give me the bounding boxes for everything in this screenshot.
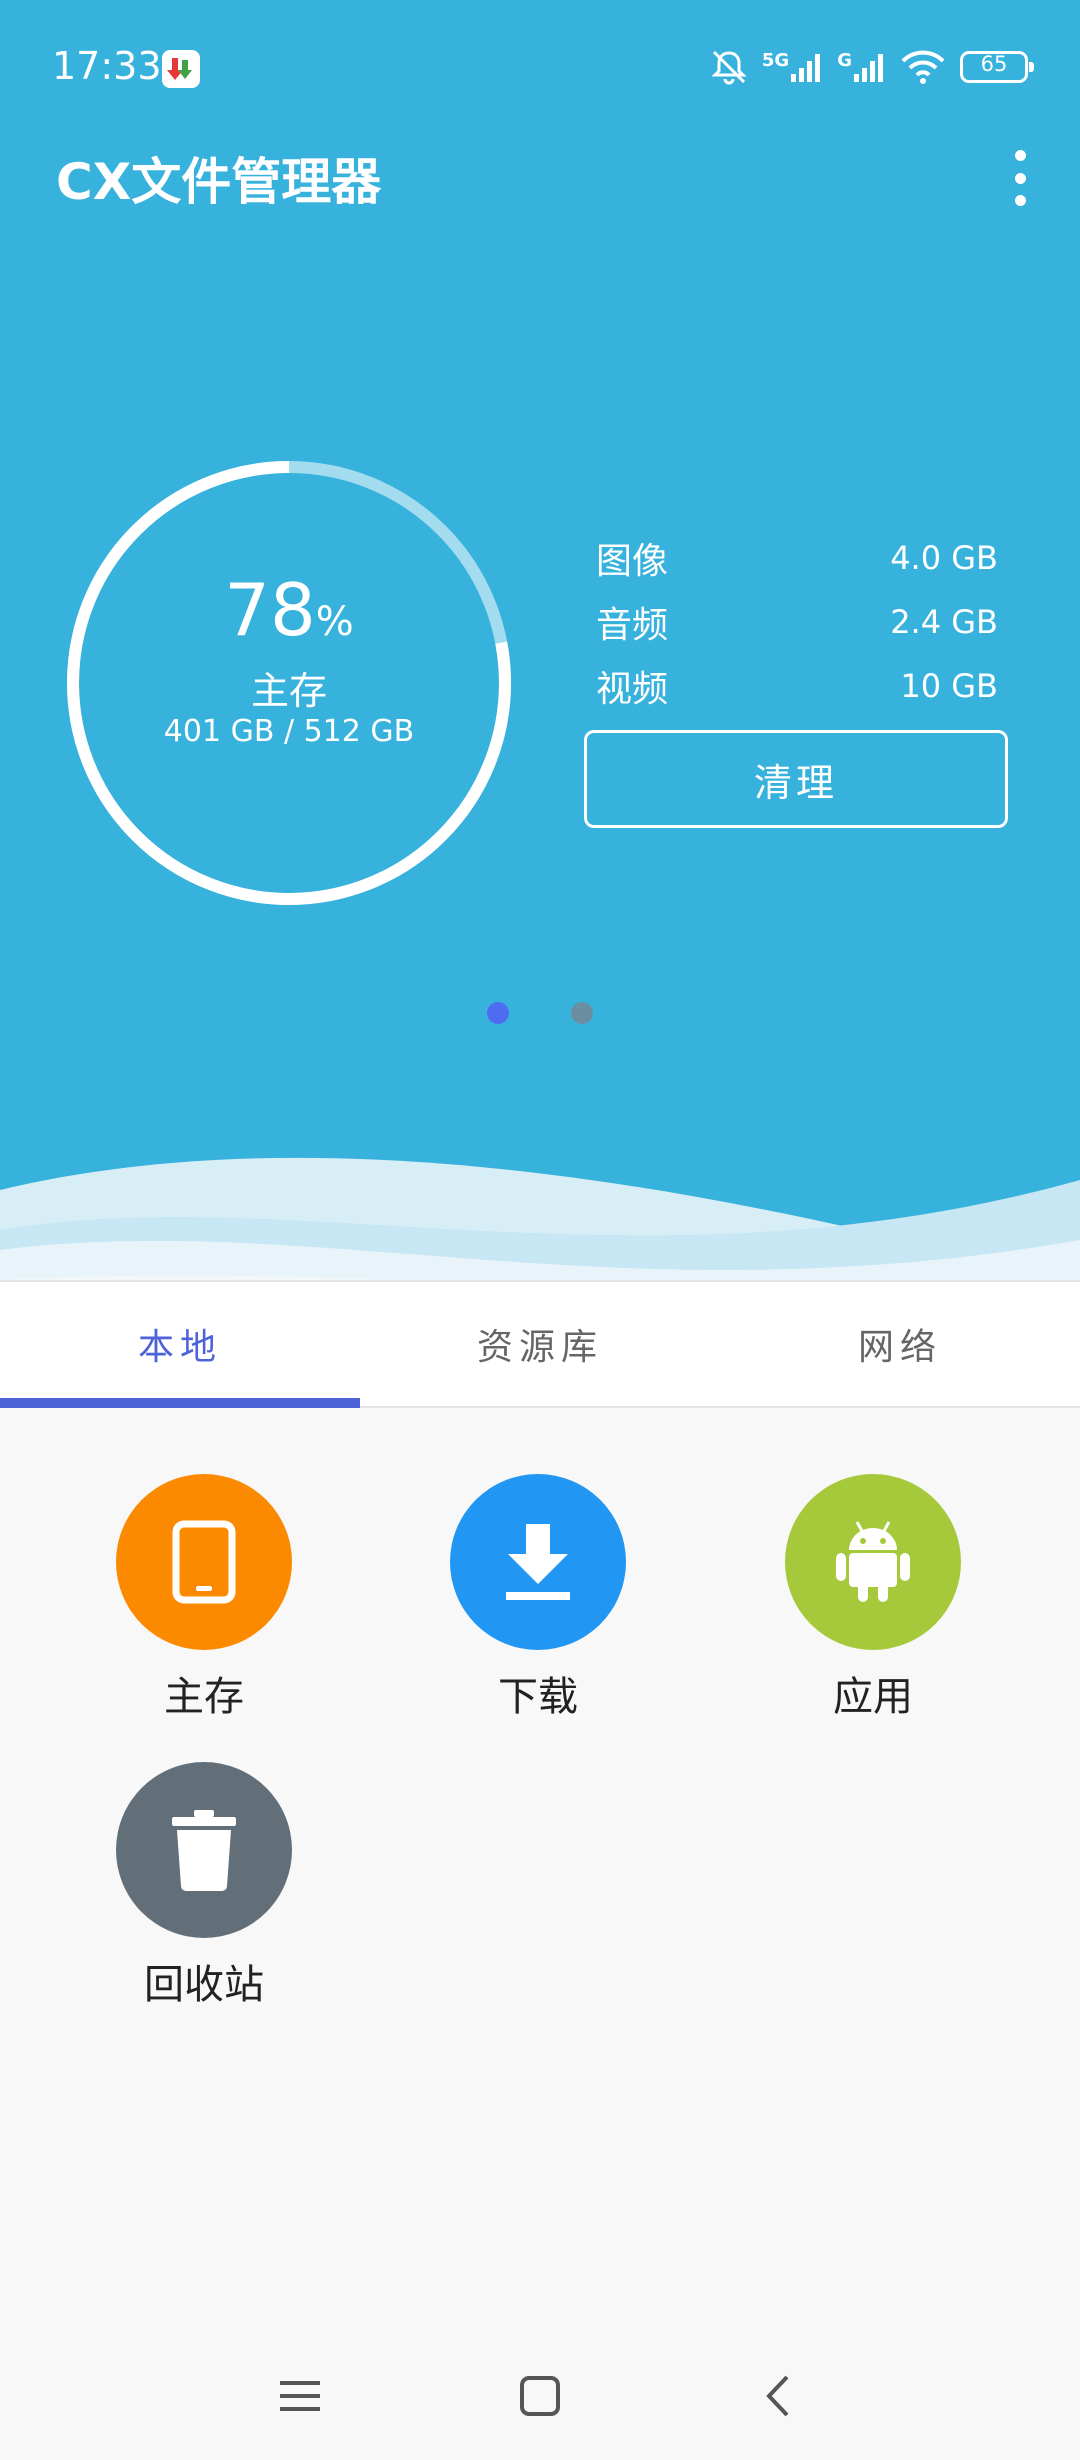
pager-dot[interactable] [571,1002,593,1024]
tile-label: 下载 [498,1674,578,1720]
status-time: 17:33 [52,44,162,88]
tile-label: 应用 [833,1674,913,1720]
tab-library[interactable]: 资源库 [360,1282,720,1406]
storage-percent: 78% [224,568,354,652]
battery-level: 65 [980,52,1008,76]
category-row-video: 视频 10 GB [596,654,998,718]
tile-icon-circle [785,1474,961,1650]
tab-bar: 本地 资源库 网络 [0,1280,1080,1408]
category-name: 音频 [596,605,669,646]
category-size: 10 GB [900,667,998,705]
storage-ring-text: 78% 主存 401 GB / 512 GB [64,458,514,908]
pager-dot-active[interactable] [487,1002,509,1024]
battery-icon: 65 [960,51,1034,83]
category-row-audio: 音频 2.4 GB [596,590,998,654]
category-size: 2.4 GB [890,603,998,641]
clean-button[interactable]: 清理 [584,730,1008,828]
tile-icon-circle [116,1762,292,1938]
app-title: CX文件管理器 [56,153,382,211]
tab-indicator [0,1398,360,1408]
phone-icon [172,1520,236,1604]
category-size: 4.0 GB [890,539,998,577]
bell-muted-icon [711,50,747,85]
tab-network[interactable]: 网络 [720,1282,1080,1406]
signal-icon [854,54,883,82]
tile-icon-circle [116,1474,292,1650]
category-row-images: 图像 4.0 GB [596,526,998,590]
network-5g-label: 5G [761,50,790,71]
storage-category-list: 图像 4.0 GB 音频 2.4 GB 视频 10 GB [596,526,998,718]
tile-apps[interactable]: 应用 [763,1474,983,1722]
category-name: 图像 [596,541,669,582]
network-g-label: G [837,50,852,71]
tile-label: 回收站 [144,1962,264,2008]
app-notification-icon [162,50,200,88]
tile-recycle-bin[interactable]: 回收站 [94,1762,314,2010]
download-icon [506,1524,570,1600]
tab-local[interactable]: 本地 [0,1282,360,1406]
storage-label: 主存 [250,669,327,713]
menu-icon[interactable] [260,2366,340,2426]
android-icon [836,1521,910,1602]
tile-main-storage[interactable]: 主存 [94,1474,314,1722]
more-vert-icon[interactable] [1000,150,1040,206]
signal-icon [791,54,821,82]
tile-label: 主存 [164,1674,244,1720]
home-icon[interactable] [500,2366,580,2426]
status-bar: 17:33 5G G 65 [0,0,1080,140]
tile-downloads[interactable]: 下载 [428,1474,648,1722]
pager-indicator [0,1002,1080,1024]
system-nav-bar [0,2340,1080,2460]
storage-usage: 401 GB / 512 GB [163,714,415,749]
category-name: 视频 [596,669,669,710]
trash-icon [172,1810,236,1891]
tile-icon-circle [450,1474,626,1650]
wifi-icon [901,50,945,84]
back-icon[interactable] [738,2366,818,2426]
